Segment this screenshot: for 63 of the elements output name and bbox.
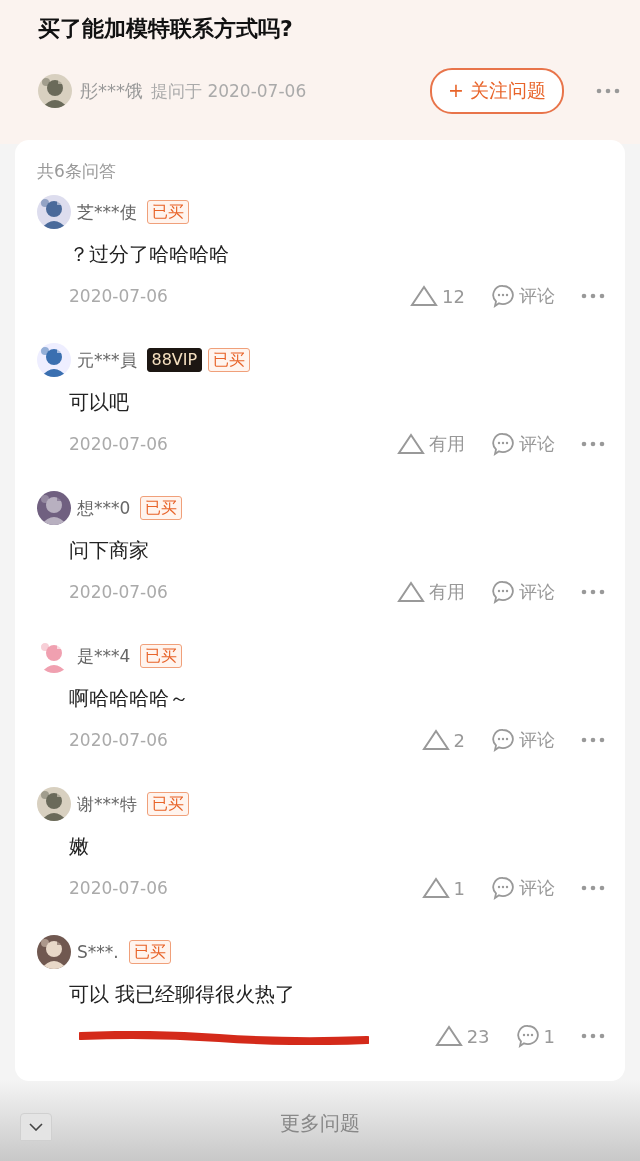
like-button[interactable]: 有用: [397, 432, 465, 456]
answer-text: 嫩: [69, 833, 90, 860]
speech-bubble-icon: [491, 284, 515, 308]
triangle-icon: [397, 433, 425, 455]
answer-date: 2020-07-06: [69, 878, 168, 898]
answer-text: 问下商家: [69, 537, 150, 564]
triangle-icon: [410, 285, 439, 307]
more-icon[interactable]: [581, 737, 605, 743]
comment-button[interactable]: 评论: [491, 432, 555, 456]
more-icon[interactable]: [596, 88, 620, 94]
bought-badge: 已买: [146, 792, 189, 816]
vip-badge: 88VIP: [146, 348, 203, 372]
answers-count: 共6条问答: [37, 160, 117, 183]
more-icon[interactable]: [581, 589, 605, 595]
triangle-icon: [421, 877, 450, 899]
comment-button[interactable]: 评论: [491, 728, 555, 752]
speech-bubble-icon: [515, 1024, 540, 1048]
answer-text: 啊哈哈哈哈～: [69, 685, 190, 712]
speech-bubble-icon: [491, 728, 515, 752]
comment-button[interactable]: 1: [515, 1024, 555, 1048]
user-name: 想***0: [77, 496, 131, 520]
like-button[interactable]: 1: [421, 877, 465, 899]
answer-text: 可以 我已经聊得很火热了: [69, 981, 297, 1008]
comment-button[interactable]: 评论: [491, 876, 555, 900]
speech-bubble-icon: [491, 580, 515, 604]
more-icon[interactable]: [581, 293, 605, 299]
asker-name: 彤***饿: [80, 79, 143, 103]
speech-bubble-icon: [491, 432, 515, 456]
bought-badge: 已买: [128, 940, 171, 964]
comment-button[interactable]: 评论: [491, 284, 555, 308]
answer-date: 2020-07-06: [69, 582, 168, 602]
collapse-button[interactable]: [20, 1113, 52, 1141]
like-button[interactable]: 有用: [397, 580, 465, 604]
triangle-icon: [434, 1025, 463, 1047]
asked-date: 提问于 2020-07-06: [151, 79, 307, 103]
more-icon[interactable]: [581, 441, 605, 447]
triangle-icon: [397, 581, 425, 603]
more-icon[interactable]: [581, 1033, 605, 1039]
question-title: 买了能加模特联系方式吗?: [38, 15, 294, 43]
user-name: 元***員: [77, 348, 137, 372]
answer-date: 2020-07-06: [69, 286, 168, 306]
follow-button[interactable]: + 关注问题: [430, 68, 564, 114]
bought-badge: 已买: [208, 348, 251, 372]
comment-button[interactable]: 评论: [491, 580, 555, 604]
bought-badge: 已买: [140, 496, 183, 520]
user-name: 是***4: [77, 644, 131, 668]
like-button[interactable]: 23: [434, 1025, 490, 1047]
more-icon[interactable]: [581, 885, 605, 891]
answer-date: 2020-07-06: [69, 434, 168, 454]
answer-text: ？过分了哈哈哈哈: [69, 241, 230, 268]
speech-bubble-icon: [491, 876, 515, 900]
triangle-icon: [421, 729, 450, 751]
like-button[interactable]: 12: [410, 285, 465, 307]
user-name: 谢***特: [77, 792, 137, 816]
answer-text: 可以吧: [69, 389, 130, 416]
bought-badge: 已买: [140, 644, 183, 668]
answer-date: 2020-07-06: [69, 730, 168, 750]
bought-badge: 已买: [146, 200, 189, 224]
user-name: S***.: [77, 942, 119, 962]
more-questions-link[interactable]: 更多问题: [280, 1110, 360, 1141]
user-name: 芝***使: [77, 200, 137, 224]
chevron-down-icon: [29, 1123, 43, 1131]
like-button[interactable]: 2: [421, 729, 465, 751]
